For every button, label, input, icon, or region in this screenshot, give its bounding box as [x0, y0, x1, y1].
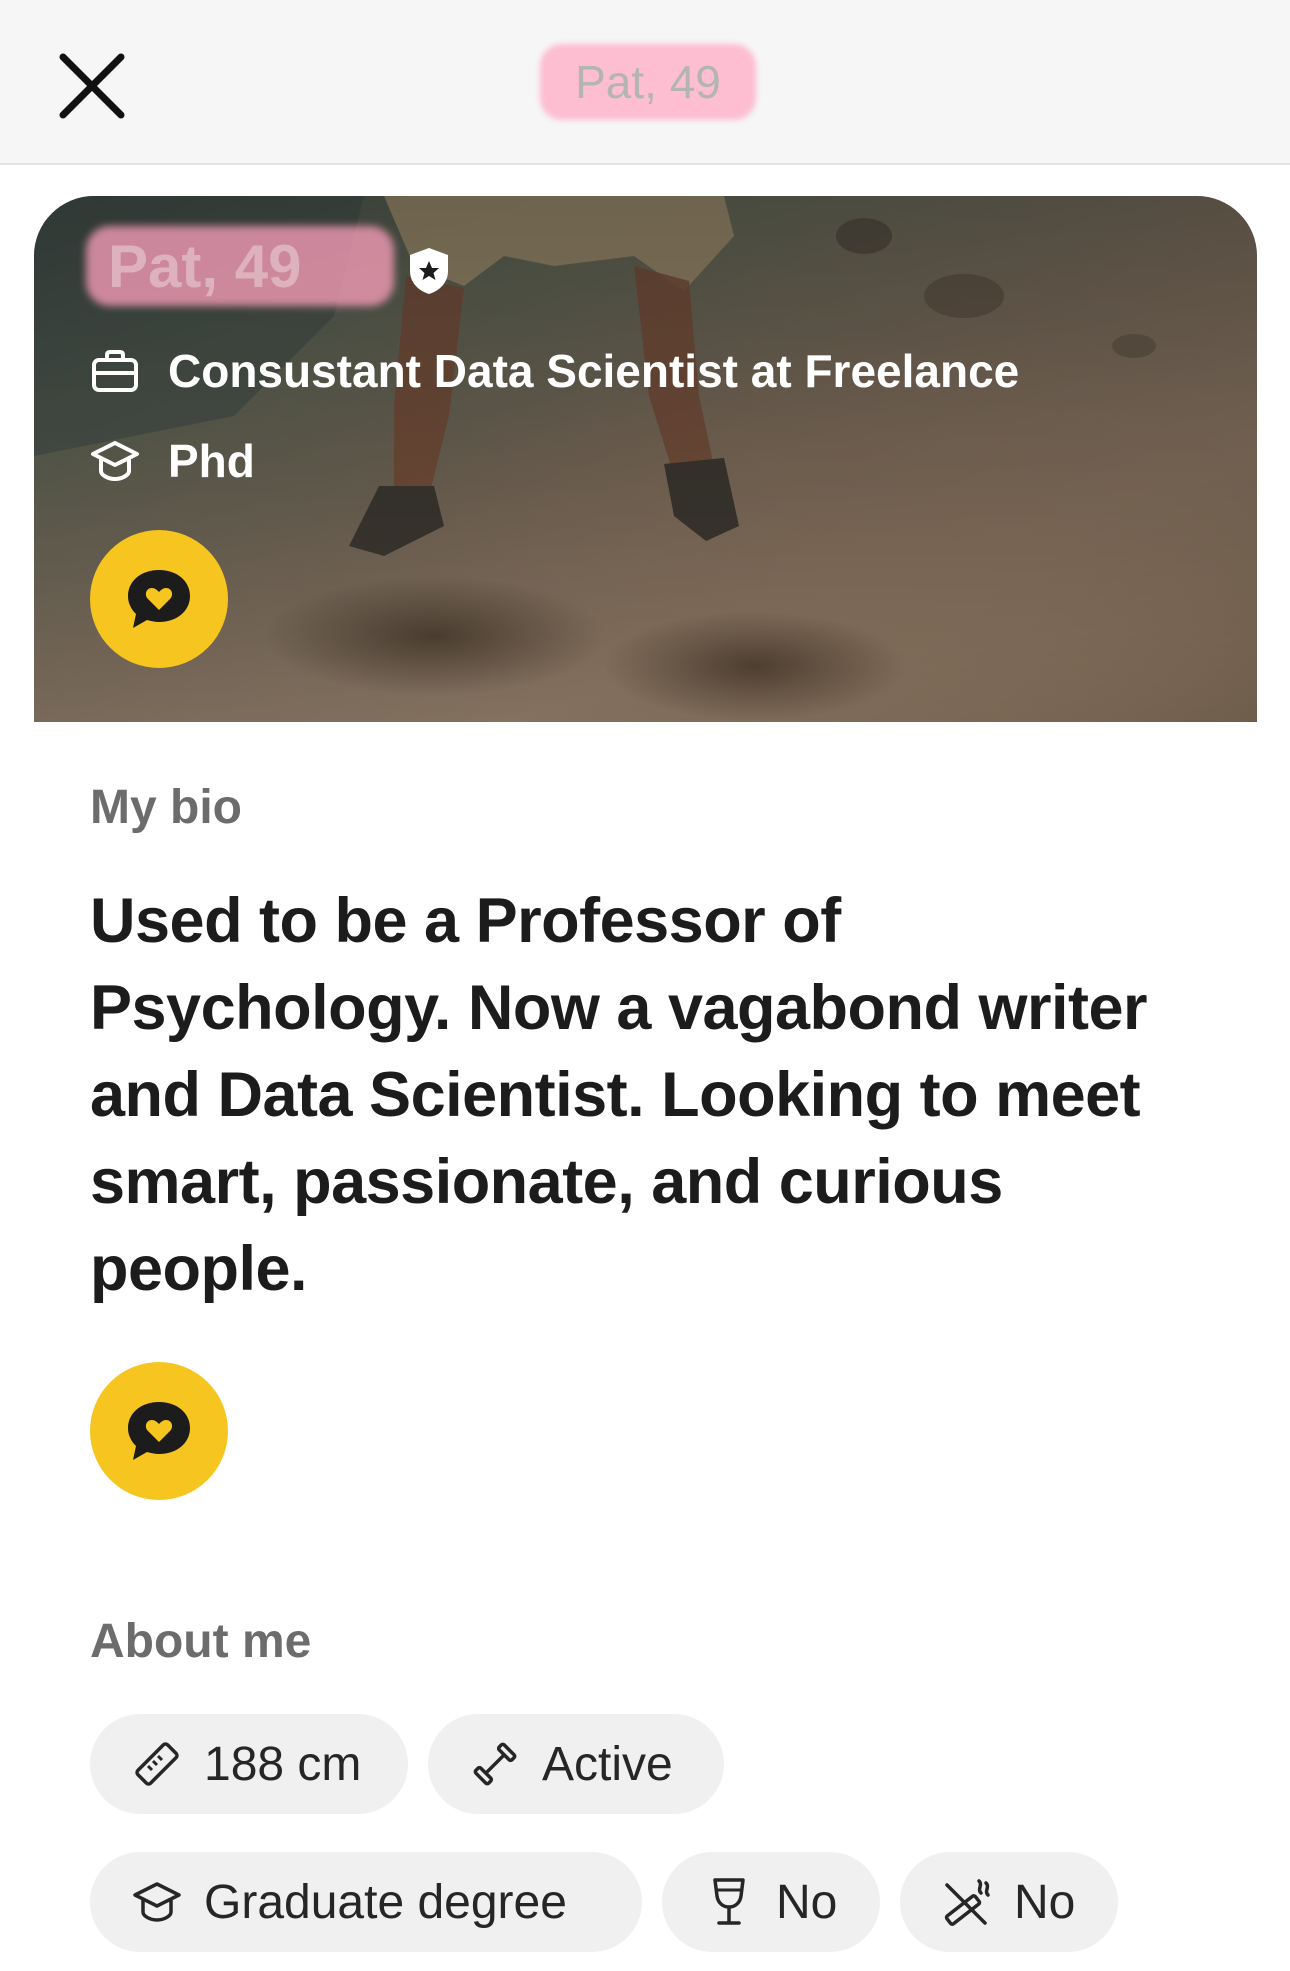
profile-photo-card[interactable]: Pat, 49 Consustant Data Scientist at Fre…	[34, 196, 1257, 722]
chip-label: Active	[542, 1737, 673, 1791]
verified-shield-icon	[410, 248, 448, 294]
chip-label: 188 cm	[204, 1737, 362, 1791]
job-title: Consustant Data Scientist at Freelance	[168, 345, 1020, 397]
close-icon	[59, 53, 125, 119]
chat-heart-icon	[128, 570, 190, 628]
briefcase-icon	[88, 348, 142, 394]
header-name: Pat, 49	[575, 56, 721, 108]
close-button[interactable]	[52, 46, 132, 126]
profile-name: Pat, 49	[108, 232, 302, 300]
photo-comment-button[interactable]	[90, 530, 228, 668]
chip-height: 188 cm	[90, 1714, 408, 1814]
chip-label: No	[776, 1875, 838, 1929]
profile-name-redacted: Pat, 49	[86, 226, 394, 306]
wine-glass-icon	[702, 1875, 756, 1929]
dumbbell-icon	[468, 1737, 522, 1791]
chip-education: Graduate degree	[90, 1852, 642, 1952]
education-level: Phd	[168, 435, 255, 487]
bio-comment-button[interactable]	[90, 1362, 228, 1500]
chat-heart-icon	[128, 1402, 190, 1460]
graduation-cap-icon	[130, 1875, 184, 1929]
job-row: Consustant Data Scientist at Freelance	[88, 344, 1019, 398]
about-label: About me	[90, 1615, 312, 1668]
chip-label: No	[1014, 1875, 1076, 1929]
bio-label: My bio	[90, 781, 242, 834]
header-name-redacted: Pat, 49	[540, 44, 756, 120]
chip-drinking: No	[662, 1852, 880, 1952]
graduation-cap-icon	[88, 438, 142, 484]
chip-label: Graduate degree	[204, 1875, 567, 1929]
chip-smoking: No	[900, 1852, 1118, 1952]
ruler-icon	[130, 1737, 184, 1791]
top-bar: Pat, 49	[0, 0, 1290, 165]
education-row: Phd	[88, 434, 255, 488]
bio-text: Used to be a Professor of Psychology. No…	[90, 886, 1148, 1304]
cigarette-icon	[940, 1875, 994, 1929]
chip-exercise: Active	[428, 1714, 724, 1814]
